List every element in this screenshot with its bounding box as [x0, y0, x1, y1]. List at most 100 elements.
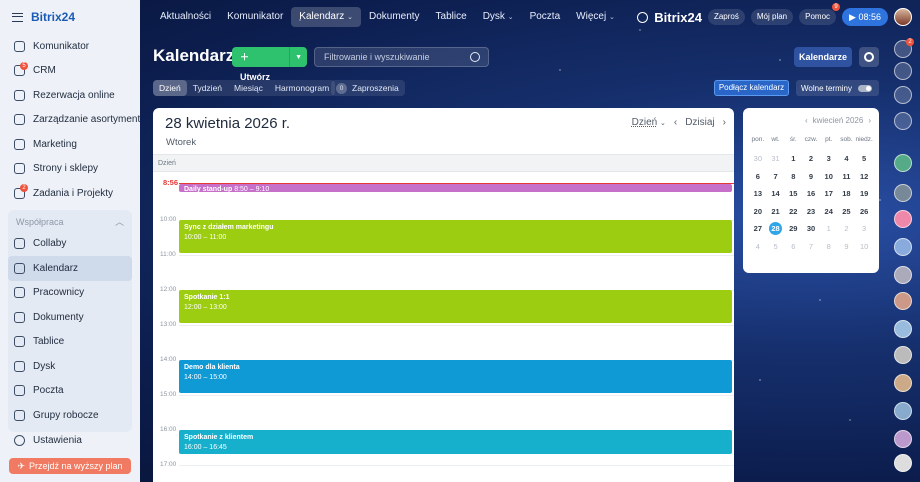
topnav-more[interactable]: Więcej ⌄: [568, 7, 623, 27]
next-month-button[interactable]: ›: [868, 116, 871, 125]
mini-day[interactable]: 2: [838, 220, 856, 238]
calendar-event[interactable]: Demo dla klienta 14:00 – 15:00: [179, 360, 732, 393]
free-slots-toggle[interactable]: [857, 84, 872, 92]
tab-schedule[interactable]: Harmonogram: [269, 80, 335, 96]
mini-day[interactable]: 26: [855, 203, 873, 221]
mini-day[interactable]: 5: [855, 150, 873, 168]
mini-day[interactable]: 30: [749, 150, 767, 168]
topnav-news[interactable]: Aktualności: [152, 7, 219, 27]
mini-day[interactable]: 14: [767, 185, 785, 203]
create-button[interactable]: ＋ Utwórz ▼: [232, 47, 307, 82]
mini-day[interactable]: 20: [749, 203, 767, 221]
mini-day[interactable]: 11: [838, 168, 856, 186]
next-day-button[interactable]: ›: [723, 117, 726, 128]
avatar[interactable]: [894, 430, 912, 448]
topnav-boards[interactable]: Tablice: [428, 7, 475, 27]
sidebar-item-documents[interactable]: Dokumenty: [8, 305, 132, 330]
avatar[interactable]: [894, 184, 912, 202]
mini-day[interactable]: 9: [802, 168, 820, 186]
mini-day[interactable]: 7: [802, 238, 820, 256]
tab-week[interactable]: Tydzień: [187, 80, 228, 96]
mini-day[interactable]: 23: [802, 203, 820, 221]
mini-day[interactable]: 30: [802, 220, 820, 238]
tab-day[interactable]: Dzień: [153, 80, 187, 96]
my-plan-button[interactable]: Mój plan: [750, 9, 794, 25]
mini-day[interactable]: 29: [784, 220, 802, 238]
mini-day[interactable]: 25: [838, 203, 856, 221]
tab-month[interactable]: Miesiąc: [228, 80, 269, 96]
sidebar-item-drive[interactable]: Dysk: [8, 354, 132, 379]
avatar[interactable]: [894, 402, 912, 420]
group-header[interactable]: Współpraca ︿: [8, 212, 132, 232]
mini-day[interactable]: 9: [838, 238, 856, 256]
mini-day[interactable]: 5: [767, 238, 785, 256]
help-button[interactable]: Pomoc 9: [799, 3, 841, 25]
search-input[interactable]: Filtrowanie i wyszukiwanie: [314, 47, 489, 67]
mini-day[interactable]: 31: [767, 150, 785, 168]
sidebar-item-crm[interactable]: CRM 5: [0, 59, 140, 84]
mini-day[interactable]: 13: [749, 185, 767, 203]
mini-day[interactable]: 6: [784, 238, 802, 256]
invitations-button[interactable]: 0 Zaproszenia: [331, 80, 405, 96]
mini-day[interactable]: 3: [855, 220, 873, 238]
topnav-mail[interactable]: Poczta: [522, 7, 569, 27]
search-icon[interactable]: [637, 11, 649, 23]
mini-day[interactable]: 8: [784, 168, 802, 186]
brand-logo[interactable]: Bitrix24: [654, 10, 702, 25]
create-main[interactable]: ＋ Utwórz: [232, 47, 291, 82]
mini-day[interactable]: 10: [820, 168, 838, 186]
sidebar-item-booking[interactable]: Rezerwacja online: [0, 83, 140, 108]
mini-day[interactable]: 15: [784, 185, 802, 203]
mini-day[interactable]: 17: [820, 185, 838, 203]
avatar[interactable]: [894, 346, 912, 364]
sidebar-item-sites[interactable]: Strony i sklepy: [0, 157, 140, 182]
clock-button[interactable]: ▶ 08:56: [842, 8, 888, 26]
mini-day[interactable]: 18: [838, 185, 856, 203]
sidebar-item-calendar[interactable]: Kalendarz: [8, 256, 132, 281]
mini-day[interactable]: 19: [855, 185, 873, 203]
avatar[interactable]: [894, 266, 912, 284]
sidebar-item-chat[interactable]: Komunikator: [0, 34, 140, 59]
avatar[interactable]: [894, 154, 912, 172]
calendar-event[interactable]: Spotkanie 1:1 12:00 – 13:00: [179, 290, 732, 323]
mini-day[interactable]: 22: [784, 203, 802, 221]
mini-day[interactable]: 21: [767, 203, 785, 221]
mini-day[interactable]: 10: [855, 238, 873, 256]
sidebar-item-tasks[interactable]: Zadania i Projekty 2: [0, 181, 140, 206]
today-button[interactable]: Dzisiaj: [685, 117, 714, 128]
prev-month-button[interactable]: ‹: [805, 116, 808, 125]
sidebar-item-inventory[interactable]: Zarządzanie asortymentem: [0, 108, 140, 133]
mini-day[interactable]: 1: [820, 220, 838, 238]
connect-calendar-button[interactable]: Podłącz kalendarz: [714, 80, 789, 96]
avatar[interactable]: [894, 8, 912, 26]
mini-day[interactable]: 12: [855, 168, 873, 186]
calendar-event[interactable]: Sync z działem marketingu 10:00 – 11:00: [179, 220, 732, 253]
mini-day[interactable]: 6: [749, 168, 767, 186]
calendar-event[interactable]: Spotkanie z klientem 16:00 – 16:45: [179, 430, 732, 455]
time-grid[interactable]: 10:00 11:00 12:00 13:00 14:00 15:00 16:00 17:00…: [153, 172, 734, 482]
search-icon[interactable]: [470, 52, 480, 62]
avatar[interactable]: [894, 320, 912, 338]
prev-day-button[interactable]: ‹: [674, 117, 677, 128]
mini-day[interactable]: 28: [767, 220, 785, 238]
invite-button[interactable]: Zaproś: [707, 9, 745, 25]
sidebar-item-groups[interactable]: Grupy robocze: [8, 403, 132, 428]
avatar[interactable]: [894, 454, 912, 472]
view-selector[interactable]: Dzień ⌄: [632, 117, 666, 128]
mini-day[interactable]: 1: [784, 150, 802, 168]
topnav-messenger[interactable]: Komunikator: [219, 7, 291, 27]
sidebar-item-collab[interactable]: Collaby: [8, 232, 132, 257]
avatar[interactable]: [894, 210, 912, 228]
menu-icon[interactable]: [12, 12, 23, 22]
topnav-documents[interactable]: Dokumenty: [361, 7, 428, 27]
calendar-event[interactable]: Daily stand-up 8:50 – 9:10: [179, 183, 732, 193]
search-icon[interactable]: [894, 62, 912, 80]
clock-icon[interactable]: [894, 86, 912, 104]
sidebar-item-mail[interactable]: Poczta: [8, 379, 132, 404]
mini-day[interactable]: 16: [802, 185, 820, 203]
avatar[interactable]: [894, 292, 912, 310]
topnav-calendar[interactable]: Kalendarz ⌄: [291, 7, 361, 27]
topnav-drive[interactable]: Dysk ⌄: [475, 7, 522, 27]
settings-button[interactable]: [859, 47, 879, 67]
sidebar-item-settings[interactable]: Ustawienia: [0, 428, 140, 453]
